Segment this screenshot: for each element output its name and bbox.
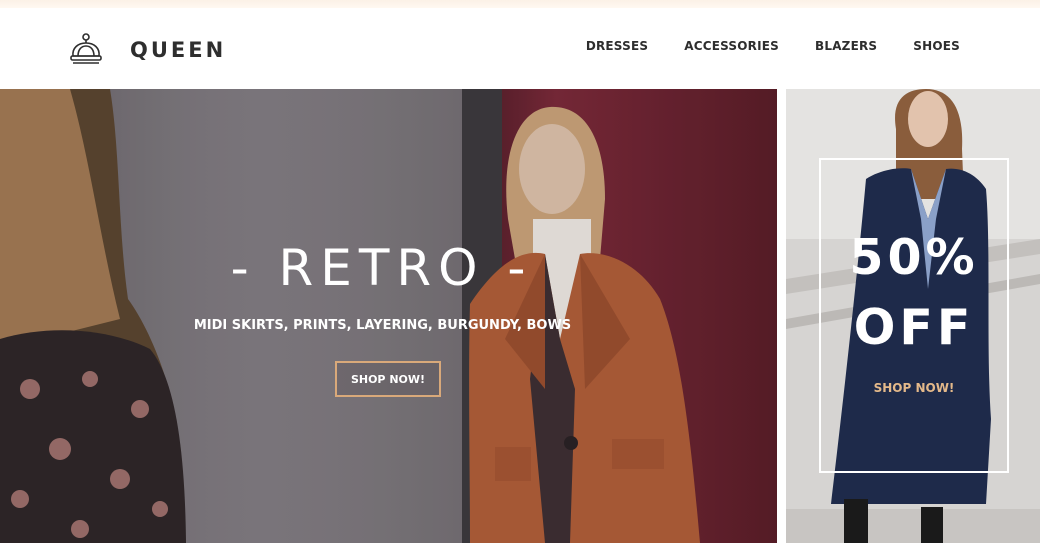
brand-name: QUEEN — [130, 38, 227, 62]
crown-icon — [70, 33, 102, 64]
promo-banner: 50% OFF SHOP NOW! — [786, 89, 1040, 543]
nav-item-dresses[interactable]: DRESSES — [586, 39, 648, 53]
promo-title: 50% OFF — [819, 223, 1009, 363]
hero-banner: - RETRO - MIDI SKIRTS, PRINTS, LAYERING,… — [0, 89, 777, 543]
nav-item-blazers[interactable]: BLAZERS — [815, 39, 877, 53]
promo-title-line1: 50% — [849, 229, 979, 286]
promo-title-line2: OFF — [853, 299, 975, 356]
hero-title: - RETRO - — [230, 239, 533, 297]
brand-logo-link[interactable]: QUEEN — [66, 30, 226, 70]
site-header: QUEEN DRESSES ACCESSORIES BLAZERS SHOES — [0, 8, 1040, 89]
hero-subtitle: MIDI SKIRTS, PRINTS, LAYERING, BURGUNDY,… — [193, 318, 572, 333]
nav-item-shoes[interactable]: SHOES — [913, 39, 960, 53]
hero-shop-now-button[interactable]: SHOP NOW! — [335, 361, 441, 397]
top-accent-strip — [0, 0, 1040, 8]
nav-item-accessories[interactable]: ACCESSORIES — [684, 39, 779, 53]
promo-shop-now-button[interactable]: SHOP NOW! — [819, 381, 1009, 395]
hero-shade — [0, 89, 777, 543]
main-nav: DRESSES ACCESSORIES BLAZERS SHOES — [586, 39, 960, 53]
